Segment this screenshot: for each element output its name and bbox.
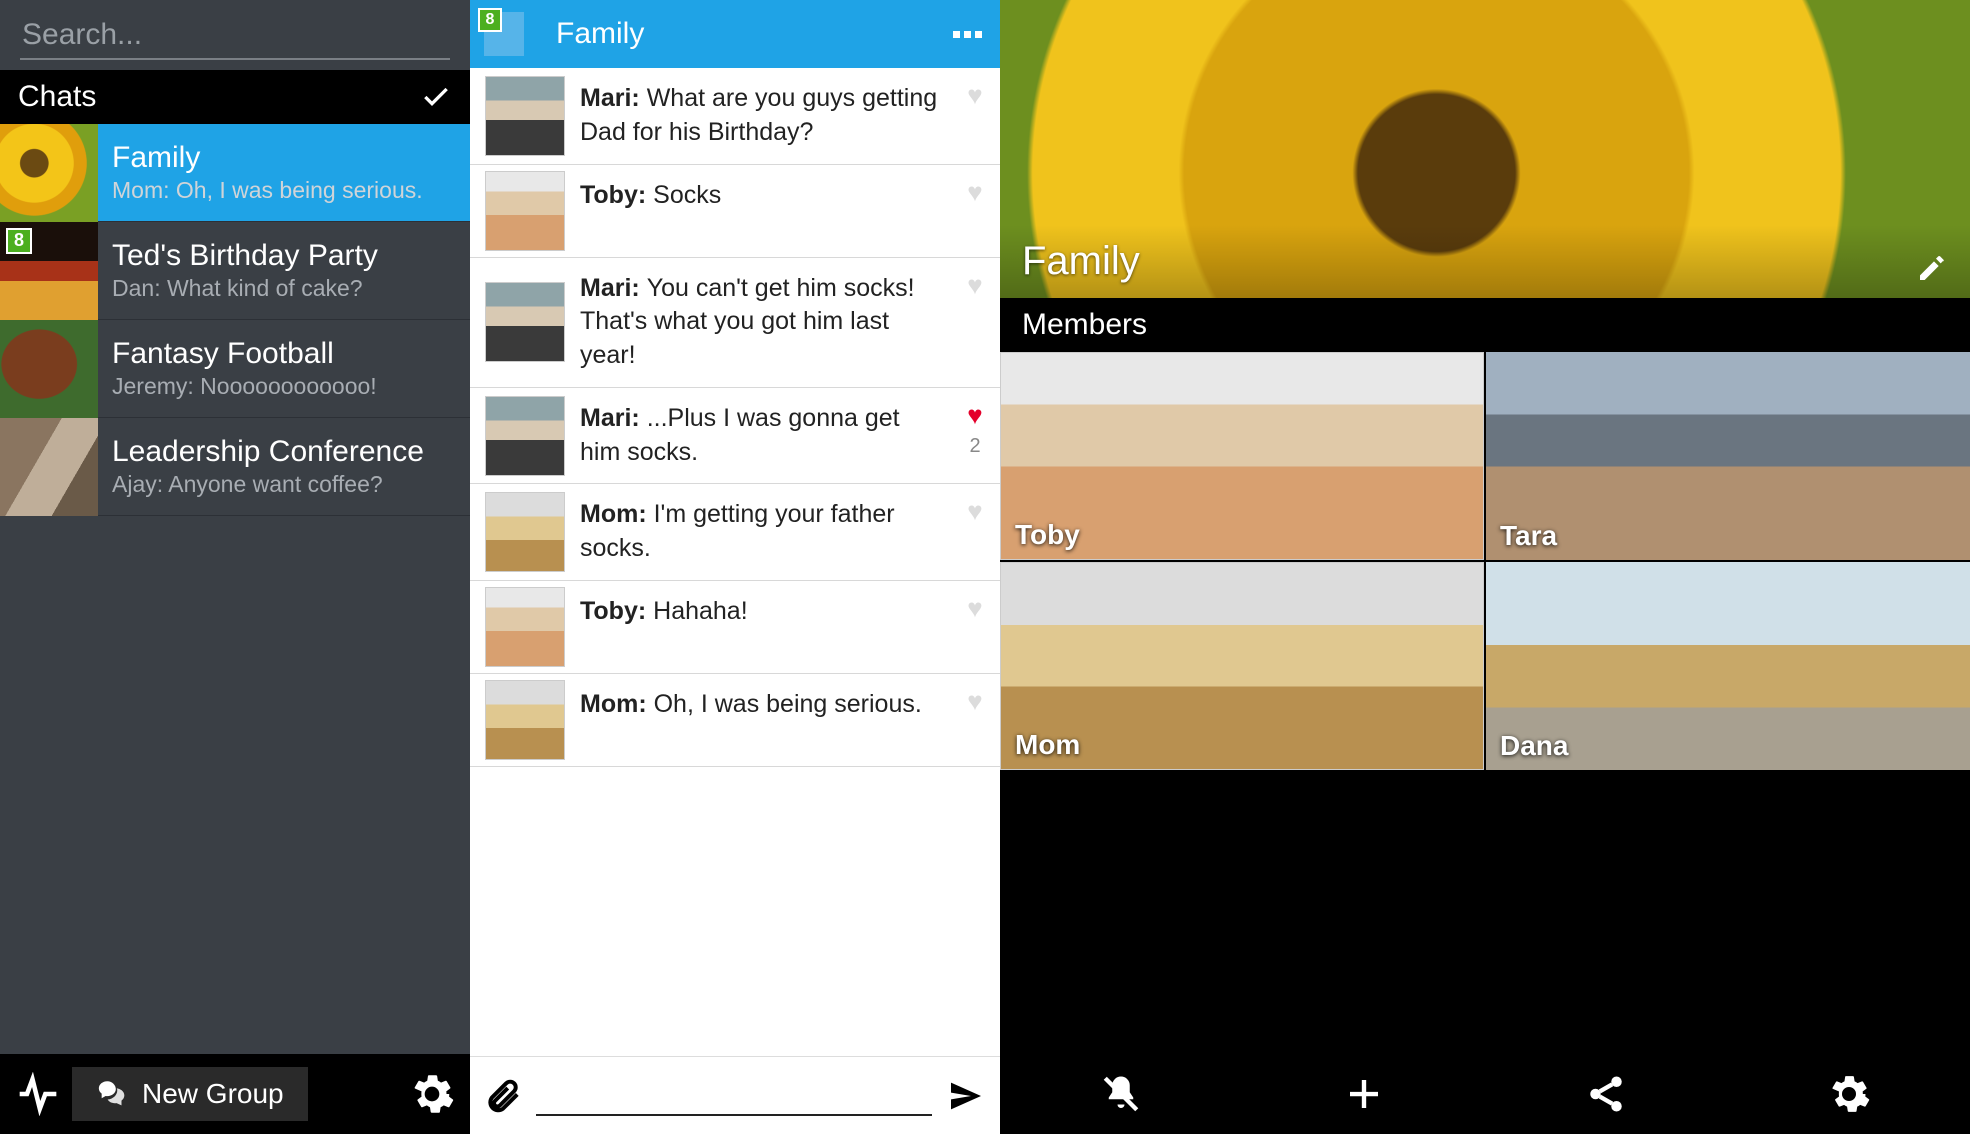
chat-title: Ted's Birthday Party (112, 239, 378, 273)
like-icon[interactable]: ♥ (967, 177, 982, 208)
chats-header-label: Chats (18, 80, 96, 114)
message-avatar[interactable] (485, 76, 565, 156)
chat-avatar (0, 124, 98, 222)
message-text: Oh, I was being serious. (654, 690, 922, 718)
member-tile[interactable]: Tara (1486, 352, 1970, 560)
message-body: Toby: Socks (580, 165, 950, 257)
message-avatar[interactable] (485, 680, 565, 760)
message-sender: Mari: (580, 274, 647, 302)
message-sender: Toby: (580, 181, 653, 209)
chat-avatar (0, 320, 98, 418)
chat-title: Family (112, 141, 423, 175)
message-item: Mari: ...Plus I was gonna get him socks.… (470, 388, 1000, 485)
chat-list: FamilyMom: Oh, I was being serious. 8 Ted'… (0, 124, 470, 1054)
members-grid: Toby Tara Mom Dana (1000, 352, 1970, 1054)
search-bar (0, 0, 470, 70)
member-tile[interactable]: Mom (1000, 562, 1484, 770)
mute-icon[interactable] (1100, 1073, 1142, 1115)
message-item: Toby: Hahaha! ♥ (470, 581, 1000, 674)
message-body: Toby: Hahaha! (580, 581, 950, 673)
settings-icon[interactable] (410, 1072, 454, 1116)
message-sender: Toby: (580, 597, 653, 625)
message-item: Mom: Oh, I was being serious. ♥ (470, 674, 1000, 767)
conversation-title: Family (538, 17, 935, 51)
compose-bar (470, 1056, 1000, 1134)
like-icon[interactable]: ♥ (967, 686, 982, 717)
member-name: Tara (1500, 520, 1557, 552)
chat-item[interactable]: 8 Ted's Birthday PartyDan: What kind of c… (0, 222, 470, 320)
like-icon[interactable]: ♥ (967, 400, 982, 431)
attach-icon[interactable] (484, 1077, 522, 1115)
chats-header: Chats (0, 70, 470, 124)
checkmark-icon[interactable] (420, 81, 452, 113)
group-details-panel: Family Members Toby Tara Mom Dana (1000, 0, 1970, 1134)
new-group-button[interactable]: New Group (72, 1067, 308, 1121)
message-input[interactable] (536, 1076, 932, 1116)
chat-preview: Mom: Oh, I was being serious. (112, 177, 423, 204)
chat-item[interactable]: Fantasy FootballJeremy: Noooooooooooo! (0, 320, 470, 418)
member-name: Mom (1015, 729, 1080, 761)
conversation-panel: 8 Family Mari: What are you guys getting… (470, 0, 1000, 1134)
like-icon[interactable]: ♥ (967, 80, 982, 111)
conversation-header: 8 Family (470, 0, 1000, 68)
chat-bubbles-icon (96, 1077, 130, 1111)
message-item: Mom: I'm getting your father socks. ♥ (470, 484, 1000, 581)
message-avatar[interactable] (485, 282, 565, 362)
members-header: Members (1000, 298, 1970, 352)
chat-avatar: 8 (0, 222, 98, 320)
message-sender: Mari: (580, 404, 647, 432)
activity-icon[interactable] (16, 1072, 60, 1116)
like-icon[interactable]: ♥ (967, 270, 982, 301)
message-text: Socks (653, 181, 721, 209)
message-item: Mari: You can't get him socks! That's wh… (470, 258, 1000, 388)
group-title: Family (1022, 239, 1916, 284)
member-name: Dana (1500, 730, 1568, 762)
search-input[interactable] (20, 14, 450, 60)
send-icon[interactable] (946, 1076, 986, 1116)
share-icon[interactable] (1585, 1073, 1627, 1115)
chat-item[interactable]: Leadership ConferenceAjay: Anyone want c… (0, 418, 470, 516)
right-footer (1000, 1054, 1970, 1134)
like-count: 2 (969, 435, 980, 458)
group-hero: Family (1000, 0, 1970, 298)
message-body: Mom: Oh, I was being serious. (580, 674, 950, 766)
chat-item[interactable]: FamilyMom: Oh, I was being serious. (0, 124, 470, 222)
message-body: Mom: I'm getting your father socks. (580, 484, 950, 580)
chat-preview: Jeremy: Noooooooooooo! (112, 373, 377, 400)
member-tile[interactable]: Dana (1486, 562, 1970, 770)
edit-icon[interactable] (1916, 252, 1948, 284)
chat-title: Leadership Conference (112, 435, 424, 469)
message-body: Mari: What are you guys getting Dad for … (580, 68, 950, 164)
message-avatar[interactable] (485, 492, 565, 572)
message-avatar[interactable] (485, 396, 565, 476)
like-icon[interactable]: ♥ (967, 496, 982, 527)
add-icon[interactable] (1343, 1073, 1385, 1115)
member-tile[interactable]: Toby (1000, 352, 1484, 560)
unread-badge: 8 (478, 8, 502, 32)
message-sender: Mom: (580, 500, 654, 528)
member-name: Toby (1015, 519, 1080, 551)
message-sender: Mari: (580, 84, 647, 112)
message-item: Toby: Socks ♥ (470, 165, 1000, 258)
chat-avatar (0, 418, 98, 516)
message-avatar[interactable] (485, 587, 565, 667)
chat-preview: Ajay: Anyone want coffee? (112, 471, 424, 498)
left-footer: New Group (0, 1054, 470, 1134)
chats-panel: Chats FamilyMom: Oh, I was being serious… (0, 0, 470, 1134)
chat-preview: Dan: What kind of cake? (112, 275, 378, 302)
message-avatar[interactable] (485, 171, 565, 251)
new-group-label: New Group (142, 1078, 284, 1110)
message-text: Hahaha! (653, 597, 748, 625)
message-list: Mari: What are you guys getting Dad for … (470, 68, 1000, 1056)
settings-icon[interactable] (1828, 1073, 1870, 1115)
like-icon[interactable]: ♥ (967, 593, 982, 624)
message-item: Mari: What are you guys getting Dad for … (470, 68, 1000, 165)
sidebar-toggle-icon[interactable]: 8 (470, 0, 538, 68)
message-sender: Mom: (580, 690, 654, 718)
message-body: Mari: You can't get him socks! That's wh… (580, 258, 950, 387)
message-body: Mari: ...Plus I was gonna get him socks. (580, 388, 950, 484)
unread-badge: 8 (6, 228, 32, 254)
menu-icon[interactable] (935, 31, 1000, 38)
chat-title: Fantasy Football (112, 337, 377, 371)
